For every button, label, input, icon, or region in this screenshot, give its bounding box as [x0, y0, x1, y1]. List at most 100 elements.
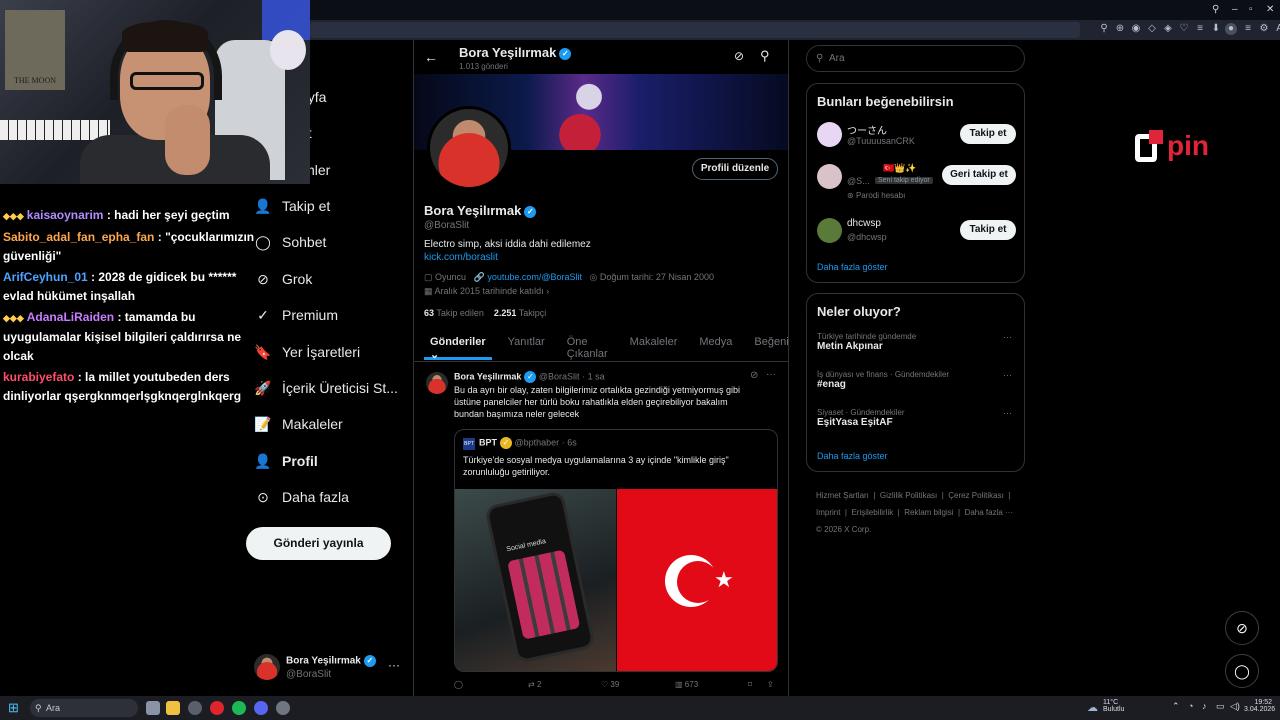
- trend-item[interactable]: Siyaset · Gündemdekiler EşitYasa EşitAF: [817, 408, 905, 428]
- chat-fab[interactable]: ◯: [1225, 654, 1259, 688]
- like-button[interactable]: ♡ 39: [601, 680, 619, 689]
- grok-icon[interactable]: ⊘: [734, 49, 744, 63]
- extension-icon[interactable]: ◇: [1146, 23, 1158, 35]
- post-count: 1.013 gönderi: [459, 62, 508, 71]
- tab-media[interactable]: Medya: [693, 336, 738, 360]
- close-icon[interactable]: ✕: [1266, 4, 1274, 15]
- post-author: Bora Yeşilırmak: [454, 371, 522, 382]
- suggestion-name[interactable]: つーさん: [847, 122, 887, 137]
- post-button[interactable]: Gönderi yayınla: [246, 527, 391, 560]
- avatar: [817, 164, 842, 189]
- reply-icon[interactable]: ◯: [454, 680, 463, 689]
- wifi-icon[interactable]: ◔: [1188, 701, 1193, 711]
- heart-icon: ♡: [601, 680, 609, 689]
- download-icon[interactable]: ⬇: [1210, 23, 1222, 35]
- nav-articles[interactable]: 📝 Makaleler: [254, 413, 342, 435]
- network-icon[interactable]: ▭: [1216, 701, 1225, 712]
- heart-icon[interactable]: ♡: [1178, 23, 1190, 35]
- list-icon[interactable]: ≡: [1194, 23, 1206, 35]
- tab-articles[interactable]: Makaleler: [624, 336, 684, 360]
- steam-icon[interactable]: [188, 701, 202, 715]
- obs-icon[interactable]: [276, 701, 290, 715]
- volume-icon[interactable]: ◁): [1230, 701, 1240, 712]
- zoom-icon[interactable]: ⊕: [1114, 23, 1126, 35]
- retweet-button[interactable]: ⇄ 2: [528, 680, 541, 689]
- bookmark-icon[interactable]: ⌑: [748, 680, 752, 689]
- article-icon: 📝: [254, 415, 272, 432]
- edit-profile-button[interactable]: Profili düzenle: [692, 158, 778, 180]
- more-dots-icon[interactable]: ···: [388, 658, 400, 672]
- minimize-icon[interactable]: –: [1232, 4, 1238, 15]
- footer-link[interactable]: Hizmet Şartları: [816, 491, 869, 500]
- follow-back-button[interactable]: Geri takip et: [942, 165, 1016, 185]
- post-handle: @BoraSlit: [538, 371, 580, 382]
- share-icon[interactable]: ⇪: [767, 680, 774, 689]
- follow-button[interactable]: Takip et: [960, 220, 1016, 240]
- more-dots-icon[interactable]: ···: [1003, 370, 1012, 380]
- grok-fab[interactable]: ⊘: [1225, 611, 1259, 645]
- tab-likes[interactable]: Beğeni: [748, 336, 788, 360]
- show-more-link[interactable]: Daha fazla göster: [817, 451, 888, 461]
- follow-stats: 63 Takip edilen 2.251 Takipçi: [424, 308, 546, 318]
- spotify-icon[interactable]: [232, 701, 246, 715]
- follow-button[interactable]: Takip et: [960, 124, 1016, 144]
- shield-icon[interactable]: ◈: [1162, 23, 1174, 35]
- more-dots-icon[interactable]: ···: [1003, 332, 1012, 342]
- account-switcher[interactable]: Bora Yeşilırmak ✓ @BoraSlit ···: [254, 652, 404, 686]
- more-dots-icon[interactable]: ···: [766, 369, 776, 380]
- tab-replies[interactable]: Yanıtlar: [502, 336, 551, 360]
- following-count[interactable]: 63: [424, 308, 434, 318]
- post[interactable]: Bora Yeşilırmak ✓ @BoraSlit · 1 sa ⊘ ··· …: [414, 362, 788, 696]
- profile-website[interactable]: youtube.com/@BoraSlit: [487, 272, 582, 282]
- followers-count[interactable]: 2.251: [494, 308, 517, 318]
- weather[interactable]: 11°C Bulutlu: [1103, 699, 1124, 713]
- more-dots-icon[interactable]: ···: [1003, 408, 1012, 418]
- taskbar-search[interactable]: ⚲ Ara: [30, 699, 138, 717]
- search-icon[interactable]: ⚲: [1212, 4, 1219, 15]
- profile-icon[interactable]: ●: [1225, 23, 1237, 35]
- suggestion-name[interactable]: dhcwsp: [847, 218, 881, 229]
- footer-link[interactable]: Daha fazla ···: [965, 508, 1013, 517]
- show-more-link[interactable]: Daha fazla göster: [817, 262, 888, 272]
- grok-icon[interactable]: ⊘: [750, 370, 758, 381]
- search-icon[interactable]: ⚲: [760, 48, 770, 64]
- address-bar[interactable]: [310, 22, 1080, 38]
- webcam-overlay: THE MOON: [0, 0, 310, 184]
- ai-icon[interactable]: AI: [1274, 23, 1280, 35]
- back-arrow-icon[interactable]: ←: [424, 49, 438, 65]
- search-icon[interactable]: ⚲: [1098, 23, 1110, 35]
- footer-link[interactable]: Gizlilik Politikası: [880, 491, 937, 500]
- footer-link[interactable]: Çerez Politikası: [948, 491, 1004, 500]
- footer-link[interactable]: Erişilebilirlik: [851, 508, 893, 517]
- camera-icon[interactable]: ◉: [1130, 23, 1142, 35]
- views-button[interactable]: ▥ 673: [675, 680, 698, 689]
- parody-icon: ⊛: [847, 191, 854, 200]
- discord-icon[interactable]: [254, 701, 268, 715]
- trend-item[interactable]: Türkiye tarihinde gündemde Metin Akpınar: [817, 332, 916, 352]
- profile-avatar[interactable]: [427, 106, 511, 190]
- quote-tweet[interactable]: BPT BPT ✓ @bpthaber · 6s Türkiye'de sosya…: [454, 429, 778, 672]
- search-input[interactable]: ⚲ Ara: [806, 45, 1025, 72]
- nav-creator-studio[interactable]: 🚀 İçerik Üreticisi St...: [254, 377, 398, 399]
- nav-profile[interactable]: 👤 Profil: [254, 450, 318, 472]
- tab-posts[interactable]: Gönderiler ⌄: [424, 336, 492, 361]
- chevron-up-icon[interactable]: ⌃: [1172, 701, 1180, 712]
- nav-more[interactable]: ⊙ Daha fazla: [254, 486, 349, 508]
- opera-icon[interactable]: [210, 701, 224, 715]
- menu-icon[interactable]: ≡: [1242, 23, 1254, 35]
- tab-highlights[interactable]: Öne Çıkanlar: [561, 336, 614, 360]
- trend-item[interactable]: İş dünyası ve finans · Gündemdekiler #ena…: [817, 370, 949, 390]
- suggestion-name[interactable]: 🇹🇷👑✨: [883, 163, 917, 174]
- followers-label[interactable]: Takipçi: [519, 308, 547, 318]
- windows-start-icon[interactable]: ⊞: [8, 700, 19, 716]
- clock[interactable]: 19:52 3.04.2026: [1244, 699, 1275, 713]
- footer-link[interactable]: Imprint: [816, 508, 840, 517]
- settings-icon[interactable]: ⚙: [1258, 23, 1270, 35]
- footer-link[interactable]: Reklam bilgisi: [904, 508, 953, 517]
- mic-icon[interactable]: ♪: [1202, 701, 1207, 711]
- file-explorer-icon[interactable]: [166, 701, 180, 715]
- task-view-icon[interactable]: [146, 701, 160, 715]
- following-label[interactable]: Takip edilen: [436, 308, 484, 318]
- maximize-icon[interactable]: ▫: [1249, 4, 1253, 15]
- bio-link[interactable]: kick.com/boraslit: [424, 252, 498, 263]
